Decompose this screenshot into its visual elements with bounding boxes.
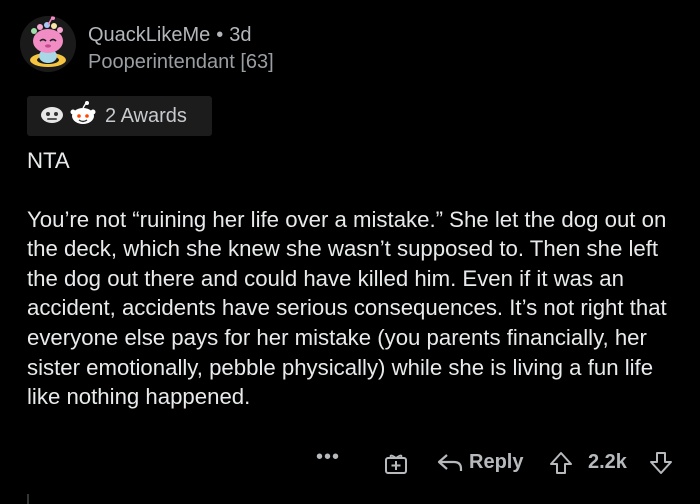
comment-age: 3d (229, 24, 252, 46)
reply-button[interactable]: Reply (469, 451, 523, 474)
give-award-icon[interactable] (383, 450, 409, 482)
thread-line[interactable] (27, 494, 29, 504)
user-flair: Pooperintendant [63] (88, 51, 274, 73)
silver-award-icon (39, 103, 65, 130)
more-options-button[interactable]: ••• (316, 446, 340, 469)
comment-meta: QuackLikeMe • 3d (88, 22, 252, 48)
reply-arrow-icon[interactable] (436, 451, 464, 481)
user-avatar[interactable] (20, 16, 76, 72)
downvote-arrow-icon[interactable] (648, 450, 674, 482)
wholesome-award-icon (69, 100, 97, 133)
upvote-arrow-icon[interactable] (548, 450, 574, 482)
awards-count: 2 Awards (105, 104, 187, 127)
comment-body: NTA You’re not “ruining her life over a … (27, 146, 687, 412)
comment-actions: ••• Reply 2.2k (0, 446, 700, 482)
awards-chip[interactable]: 2 Awards (27, 96, 212, 136)
comment-paragraph: You’re not “ruining her life over a mist… (27, 206, 667, 410)
snoo-avatar-icon (20, 16, 76, 72)
comment-verdict: NTA (27, 148, 70, 173)
meta-separator: • (216, 24, 224, 46)
username[interactable]: QuackLikeMe (88, 24, 210, 46)
comment: QuackLikeMe • 3d Pooperintendant [63] 2 … (0, 0, 700, 504)
vote-score: 2.2k (588, 451, 627, 473)
